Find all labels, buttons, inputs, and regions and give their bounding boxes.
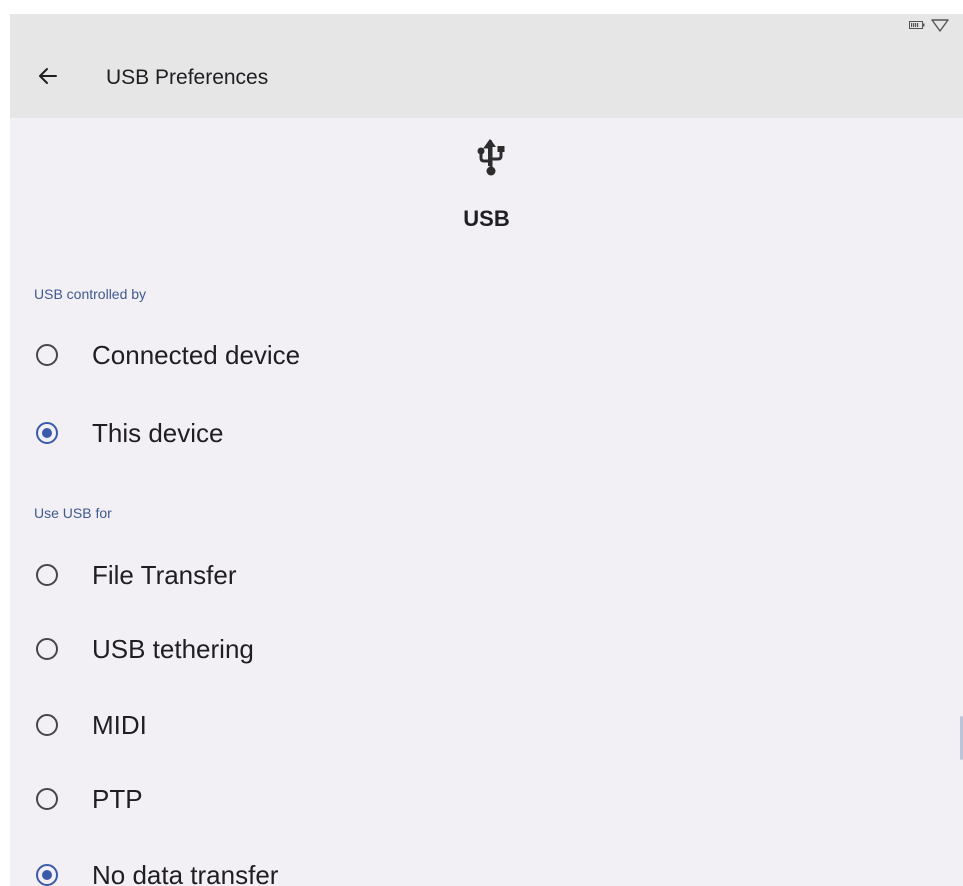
status-bar — [10, 14, 963, 40]
radio-button[interactable] — [36, 638, 58, 660]
status-icons — [909, 18, 949, 32]
option-connected-device[interactable]: Connected device — [10, 322, 963, 388]
battery-icon — [909, 20, 925, 30]
wifi-icon — [931, 18, 949, 32]
radio-button[interactable] — [36, 864, 58, 886]
usb-header: USB — [10, 118, 963, 258]
option-no-data-transfer[interactable]: No data transfer — [10, 842, 963, 886]
option-label: File Transfer — [92, 559, 237, 590]
section-header-controlled-by: USB controlled by — [34, 286, 147, 302]
option-label: Connected device — [92, 339, 301, 370]
radio-button[interactable] — [36, 344, 58, 366]
usb-icon — [472, 138, 510, 183]
page-title: USB Preferences — [106, 66, 269, 89]
option-label: This device — [92, 417, 224, 448]
usb-title: USB — [463, 206, 510, 231]
radio-button[interactable] — [36, 564, 58, 586]
option-label: No data transfer — [92, 859, 279, 886]
option-label: USB tethering — [92, 633, 254, 664]
section-header-use-usb-for: Use USB for — [34, 505, 112, 521]
radio-button[interactable] — [36, 788, 58, 810]
option-usb-tethering[interactable]: USB tethering — [10, 616, 963, 682]
option-label: MIDI — [92, 709, 147, 740]
app-bar: USB Preferences — [10, 40, 963, 118]
back-button[interactable] — [30, 60, 66, 96]
radio-button[interactable] — [36, 422, 58, 444]
arrow-left-icon — [37, 65, 59, 92]
option-midi[interactable]: MIDI — [10, 692, 963, 758]
usb-preferences-screen: USB Preferences USB USB controlled by Co… — [10, 14, 963, 886]
option-this-device[interactable]: This device — [10, 400, 963, 466]
radio-button[interactable] — [36, 714, 58, 736]
option-ptp[interactable]: PTP — [10, 766, 963, 832]
option-label: PTP — [92, 783, 143, 814]
option-file-transfer[interactable]: File Transfer — [10, 542, 963, 608]
